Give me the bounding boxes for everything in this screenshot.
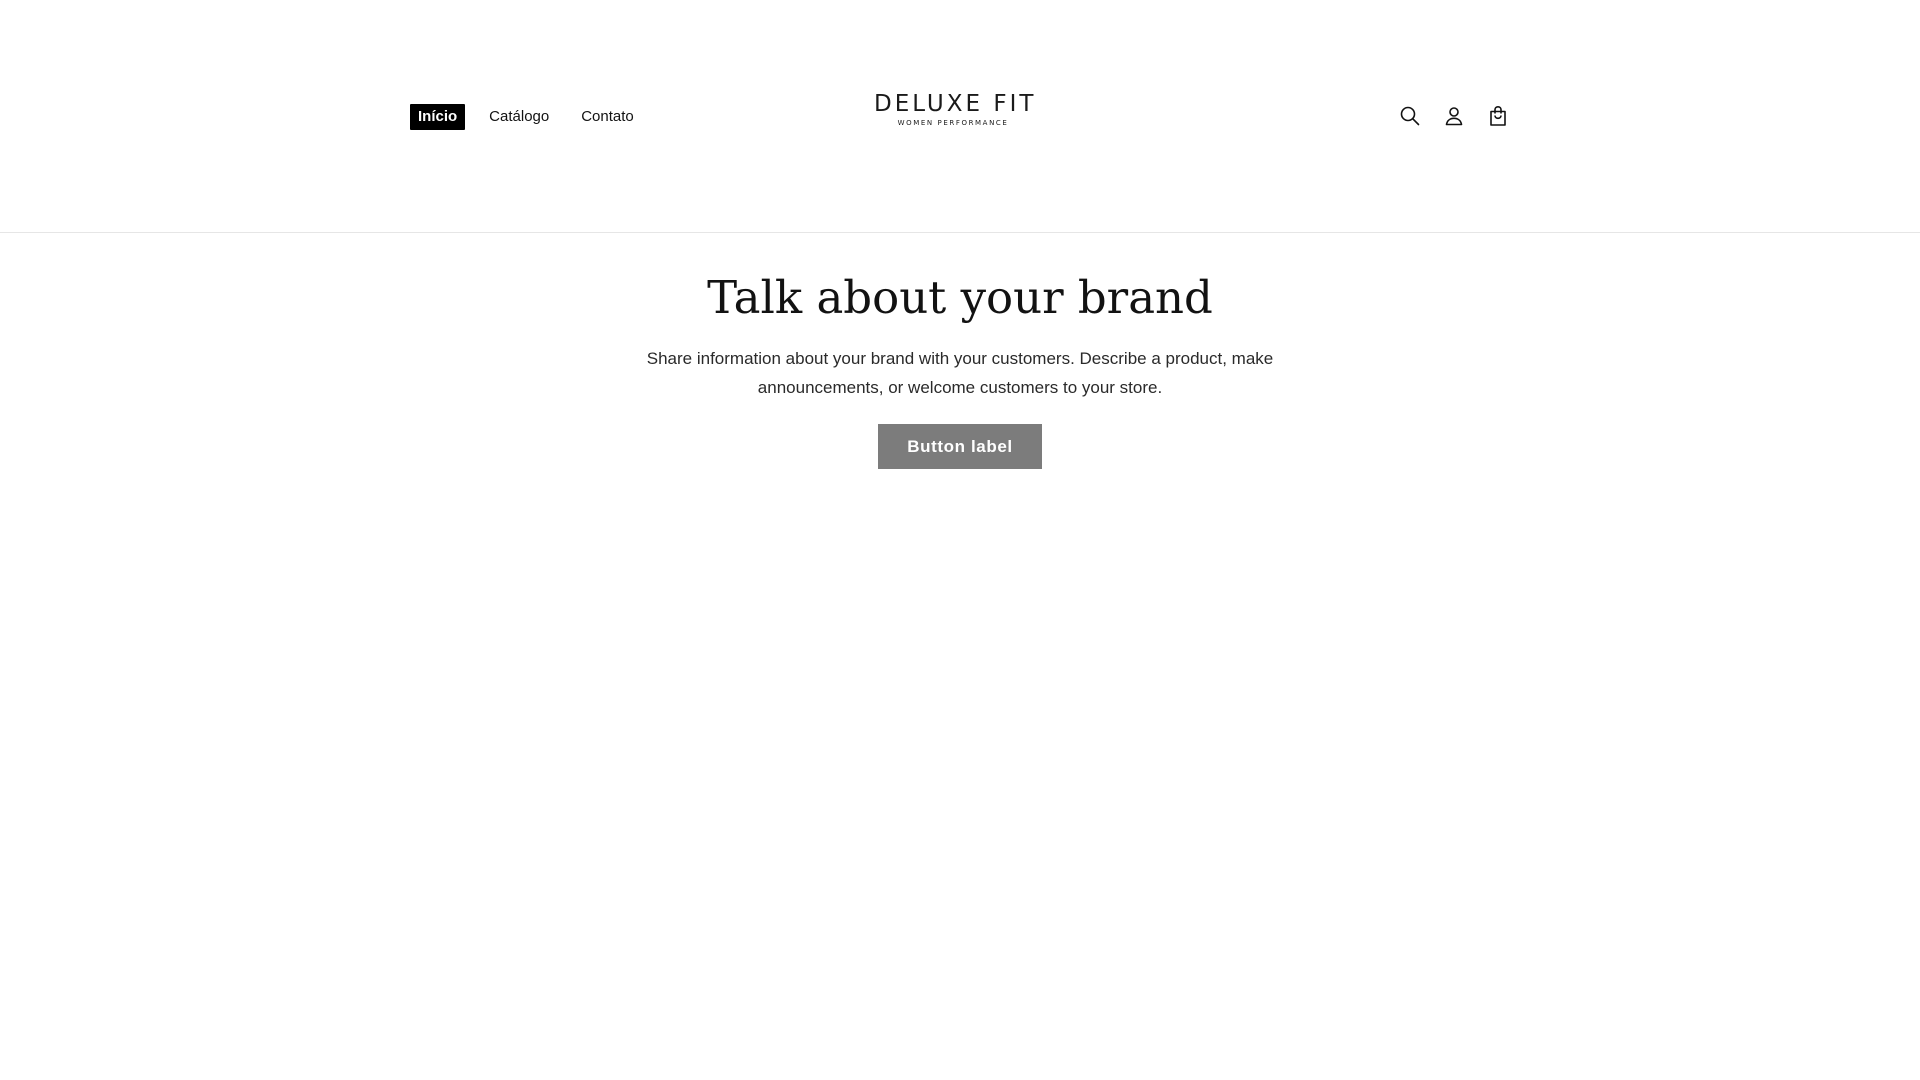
header-icons: [1397, 103, 1511, 129]
main-nav: Início Catálogo Contato: [410, 104, 658, 130]
hero-title: Talk about your brand: [707, 271, 1213, 324]
logo[interactable]: DELUXE FIT WOMEN PERFORMANCE: [874, 91, 1037, 128]
hero-section: Talk about your brand Share information …: [0, 272, 1920, 469]
cart-icon[interactable]: [1485, 103, 1511, 129]
hero-button[interactable]: Button label: [878, 424, 1042, 469]
hero-text: Share information about your brand with …: [646, 349, 1274, 397]
logo-sub-text: WOMEN PERFORMANCE: [897, 119, 1009, 127]
nav-item-catalogo[interactable]: Catálogo: [481, 104, 557, 130]
nav-item-contato[interactable]: Contato: [573, 104, 642, 130]
site-header: Início Catálogo Contato DELUXE FIT WOMEN…: [0, 0, 1920, 233]
nav-item-inicio[interactable]: Início: [410, 104, 466, 130]
account-icon[interactable]: [1441, 103, 1467, 129]
search-icon[interactable]: [1397, 103, 1423, 129]
logo-main-text: DELUXE FIT: [874, 91, 1037, 117]
